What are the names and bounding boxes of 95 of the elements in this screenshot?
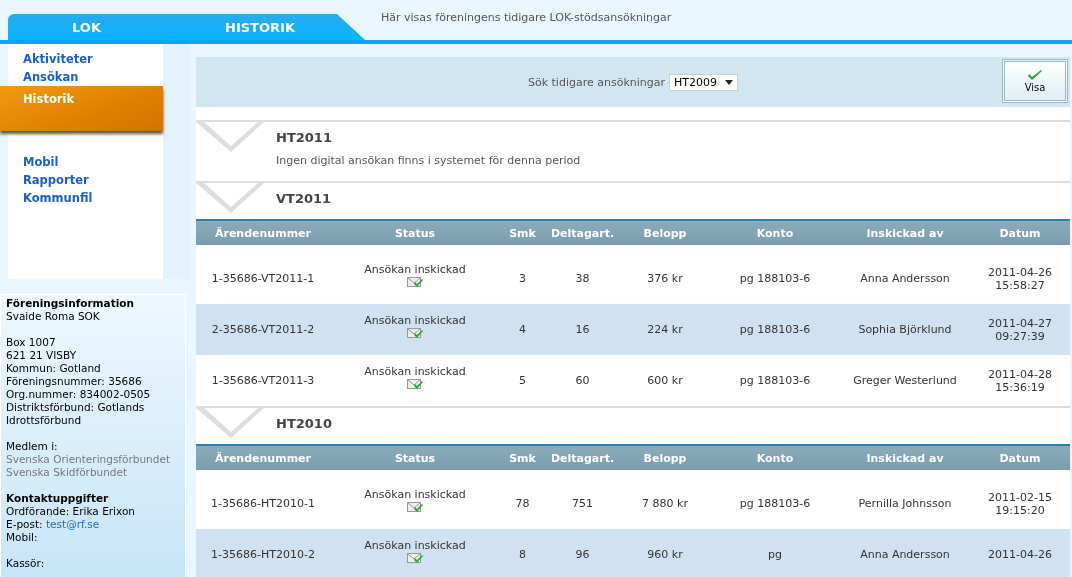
table-cell-text: 2011-04-26 xyxy=(987,548,1053,561)
envelope-check-icon xyxy=(406,377,424,391)
period-title: HT2010 xyxy=(276,416,332,431)
table-cell-text: 60 xyxy=(574,374,591,387)
column-header: Status xyxy=(393,451,437,465)
column-header: Datum xyxy=(998,451,1042,465)
nav-item[interactable]: Rapporter xyxy=(8,171,163,189)
info-text: Svaide Roma SOK xyxy=(6,310,101,323)
email-link[interactable]: test@rf.se xyxy=(46,518,100,530)
nav-item[interactable]: Mobil xyxy=(8,153,163,171)
dropdown-caret-icon xyxy=(725,79,733,85)
table-cell-text: Pernilla Johnsson xyxy=(857,497,953,510)
column-header: Belopp xyxy=(642,451,688,465)
column-header: Belopp xyxy=(642,226,688,240)
status-text: Ansökan inskickad xyxy=(364,262,466,276)
table-cell-text: 2011-04-27 09:27:39 xyxy=(987,316,1053,343)
table-row[interactable]: 2-35686-VT2011-2 Ansökan inskickad 4 16 224 kr pg 188103-6 Sophia Björklund 2011-04-27 09:27:39 xyxy=(196,304,1070,355)
info-text: Mobil: xyxy=(6,531,39,544)
table-cell-text: pg 188103-6 xyxy=(738,272,812,285)
table-cell-text: 38 xyxy=(574,272,591,285)
status-text: Ansökan inskickad xyxy=(364,313,466,327)
table-cell-text: 3 xyxy=(518,272,527,285)
envelope-check-icon xyxy=(406,551,424,565)
member-link[interactable]: Svenska Orienteringsförbundet xyxy=(6,453,180,466)
envelope-check-icon xyxy=(406,275,424,289)
table-row[interactable]: 1-35686-HT2010-2 Ansökan inskickad 8 96 960 kr pg Anna Andersson 2011-04-26 xyxy=(196,529,1070,577)
info-text: Ordförande: Erika Erixon xyxy=(6,505,136,518)
column-header: Smk xyxy=(508,226,537,240)
nav-item[interactable]: Aktiviteter xyxy=(8,50,163,68)
envelope-check-icon xyxy=(406,326,424,340)
table-cell-text: 7 880 kr xyxy=(641,497,689,510)
status-text: Ansökan inskickad xyxy=(364,364,466,378)
table-cell-text: 2011-02-15 19:15:20 xyxy=(987,490,1053,517)
page-description: Här visas föreningens tidigare LOK-stödsansökningar xyxy=(381,11,672,24)
info-text: Distriktsförbund: Gotlands Idrottsförbund xyxy=(6,401,146,427)
table-cell-text: 376 kr xyxy=(646,272,684,285)
check-icon xyxy=(1027,69,1043,82)
table-cell-text: Sophia Björklund xyxy=(857,323,953,336)
column-header: Konto xyxy=(755,226,795,240)
info-heading: Föreningsinformation xyxy=(6,297,135,310)
table-cell-text: 96 xyxy=(574,548,591,561)
info-text: 621 21 VISBY xyxy=(6,349,78,362)
column-header: Ärendenummer xyxy=(213,226,312,240)
status-text: Ansökan inskickad xyxy=(364,487,466,501)
column-header: Deltagart. xyxy=(549,226,616,240)
table-cell-text: 1-35686-VT2011-1 xyxy=(210,272,316,285)
table-cell-text: pg 188103-6 xyxy=(738,374,812,387)
table-cell-text: pg 188103-6 xyxy=(738,323,812,336)
info-text: Medlem i: xyxy=(6,440,59,453)
table-cell-text: 1-35686-VT2011-3 xyxy=(210,374,316,387)
table-cell-text: 2-35686-VT2011-2 xyxy=(210,323,316,336)
period-title: VT2011 xyxy=(276,191,332,206)
table-cell-text: Anna Andersson xyxy=(859,548,951,561)
table-cell-text: Anna Andersson xyxy=(859,272,951,285)
search-label: Sök tidigare ansökningar xyxy=(527,75,665,89)
info-label: E-post: xyxy=(6,518,43,530)
info-heading: Kontaktuppgifter xyxy=(6,492,110,505)
table-cell-text: 600 kr xyxy=(646,374,684,387)
column-header: Inskickad av xyxy=(865,451,945,465)
column-header: Ärendenummer xyxy=(213,451,312,465)
table-cell-text: 2011-04-26 15:58:27 xyxy=(987,265,1053,292)
column-header: Datum xyxy=(998,226,1042,240)
table-cell-text: 2011-04-28 15:36:19 xyxy=(987,367,1053,394)
period-title: HT2011 xyxy=(276,130,332,145)
info-text: Kommun: Gotland xyxy=(6,362,102,375)
table-cell-text: 8 xyxy=(518,548,527,561)
table-cell-text: 224 kr xyxy=(646,323,684,336)
table-cell-text: pg 188103-6 xyxy=(738,497,812,510)
info-text: Kassör: xyxy=(6,557,46,570)
table-cell-text: pg xyxy=(767,548,783,561)
nav-item[interactable]: Kommunfil xyxy=(8,189,163,207)
table-cell-text: Greger Westerlund xyxy=(852,374,958,387)
table-cell-text: 5 xyxy=(518,374,527,387)
member-link[interactable]: Svenska Skidförbundet xyxy=(6,466,180,479)
show-button[interactable]: Visa xyxy=(1002,59,1068,103)
table-cell-text: 751 xyxy=(571,497,594,510)
column-header: Konto xyxy=(755,451,795,465)
table-cell-text: 1-35686-HT2010-1 xyxy=(210,497,316,510)
envelope-check-icon xyxy=(406,500,424,514)
table-cell-text: 78 xyxy=(514,497,531,510)
table-cell-text: 960 kr xyxy=(646,548,684,561)
info-text: Org.nummer: 834002-0505 xyxy=(6,388,152,401)
column-header: Smk xyxy=(508,451,537,465)
period-select[interactable]: HT2009 xyxy=(669,73,738,91)
table-cell-text: 4 xyxy=(518,323,527,336)
column-header: Deltagart. xyxy=(549,451,616,465)
column-header: Inskickad av xyxy=(865,226,945,240)
empty-message: Ingen digital ansökan finns i systemet för denna period xyxy=(276,154,582,167)
info-text: Box 1007 xyxy=(6,336,57,349)
table-cell-text: 1-35686-HT2010-2 xyxy=(210,548,316,561)
status-text: Ansökan inskickad xyxy=(364,538,466,552)
table-cell-text: 16 xyxy=(574,323,591,336)
column-header: Status xyxy=(393,226,437,240)
info-text: Föreningsnummer: 35686 xyxy=(6,375,143,388)
nav-item[interactable]: Ansökan xyxy=(8,68,163,86)
